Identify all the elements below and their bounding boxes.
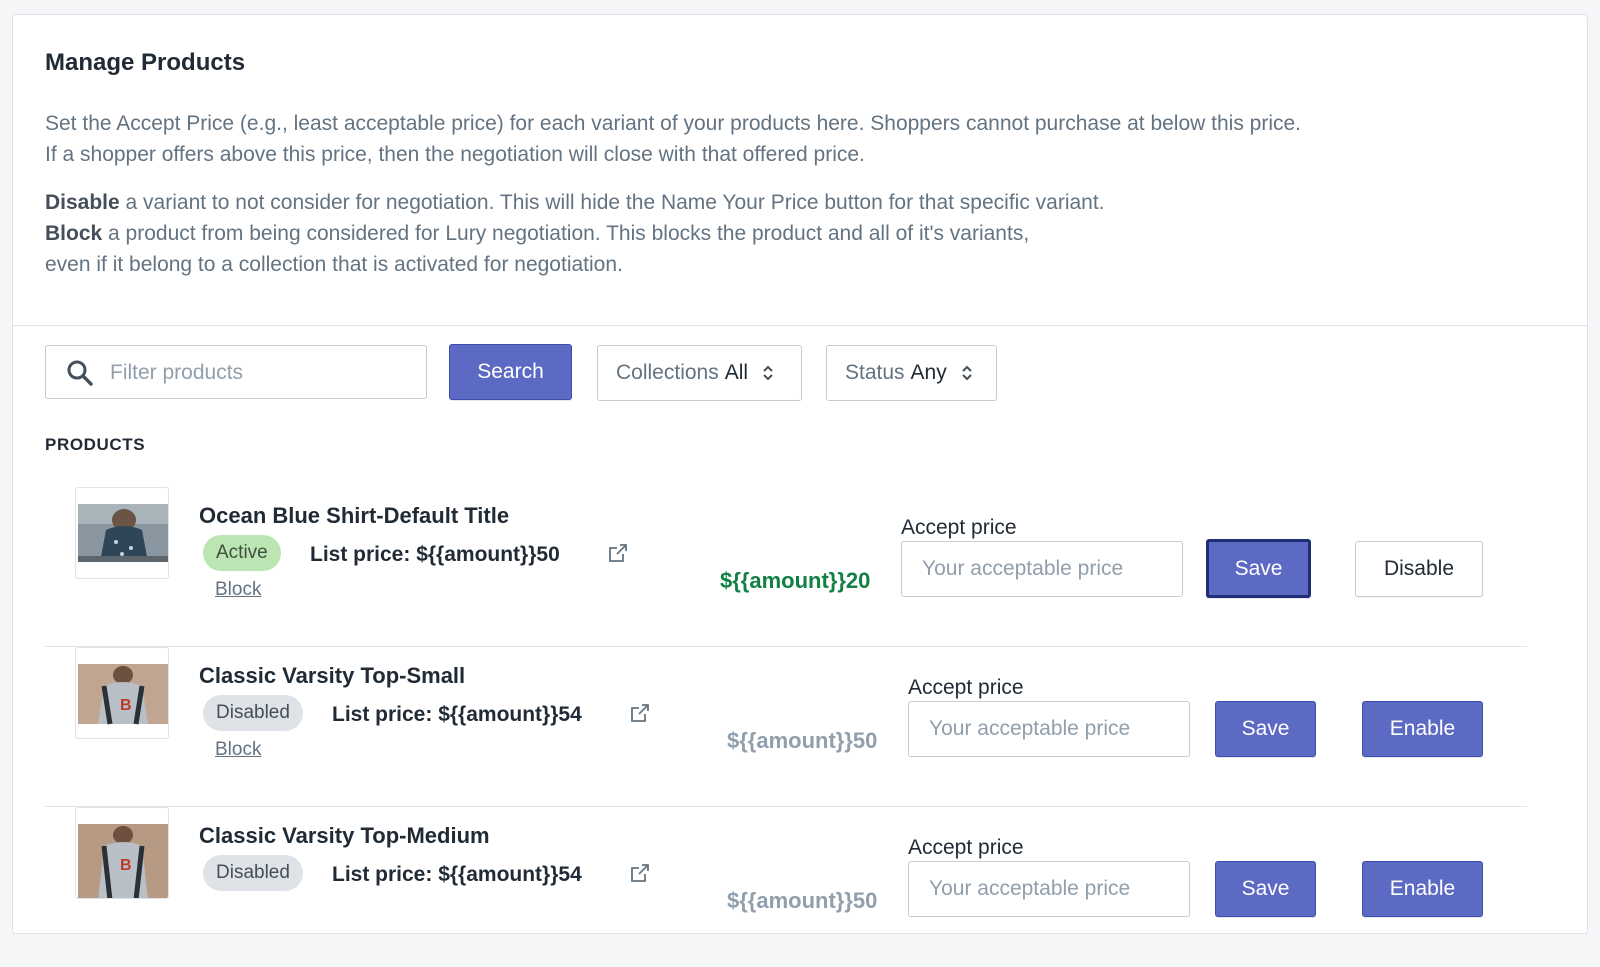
status-badge: Disabled [203,855,303,891]
products-section-label: PRODUCTS [45,435,146,454]
block-keyword: Block [45,222,103,245]
external-link-icon[interactable] [629,862,651,884]
product-name: Classic Varsity Top-Medium [199,823,490,848]
product-name: Classic Varsity Top-Small [199,663,466,688]
collections-select[interactable]: Collections All [597,345,802,401]
disable-keyword: Disable [45,191,120,214]
status-select-label: Status [845,361,905,384]
save-button[interactable]: Save [1206,539,1311,598]
accept-price-label: Accept price [908,676,1024,699]
block-explanation: a product from being considered for Lury… [102,222,1030,245]
block-product-link[interactable]: Block [215,739,261,761]
description-line-1: Set the Accept Price (e.g., least accept… [45,112,1302,135]
block-product-link[interactable]: Block [215,579,261,601]
disable-explanation: a variant to not consider for negotiatio… [119,191,1105,214]
status-select-value: Any [910,361,947,384]
accept-price-input[interactable] [901,541,1183,597]
filter-products-input[interactable] [108,354,412,392]
status-badge: Disabled [203,695,303,731]
list-price: List price: ${{amount}}54 [332,703,582,726]
accepted-price: ${{amount}}20 [720,568,871,593]
filter-products-field[interactable] [45,345,427,399]
list-price: List price: ${{amount}}50 [310,543,560,566]
collections-select-label: Collections [616,361,719,384]
accept-price-label: Accept price [908,836,1024,859]
search-button[interactable]: Search [449,344,572,400]
product-row: B Classic Varsity Top-Medium Disabled Li… [45,807,1527,967]
block-explanation-continued: even if it belong to a collection that i… [45,253,623,276]
svg-text:B: B [120,857,132,874]
product-row: Ocean Blue Shirt-Default Title Active Li… [45,487,1527,647]
product-image-varsity-top: B [78,824,168,898]
description-line-2: If a shopper offers above this price, th… [45,143,865,166]
card-header: Manage Products Set the Accept Price (e.… [13,15,1587,326]
product-row: B Classic Varsity Top-Small Disabled Lis… [45,647,1527,807]
search-icon [67,360,93,386]
enable-button[interactable]: Enable [1362,701,1483,757]
svg-text:B: B [120,697,132,714]
external-link-icon[interactable] [629,702,651,724]
product-name: Ocean Blue Shirt-Default Title [199,503,510,528]
manage-products-card: Manage Products Set the Accept Price (e.… [12,14,1588,934]
page-title: Manage Products [45,49,246,76]
description-paragraph-2: Disable a variant to not consider for ne… [45,187,1495,280]
accepted-price: ${{amount}}50 [727,728,878,753]
disable-button[interactable]: Disable [1355,541,1483,597]
status-select[interactable]: Status Any [826,345,997,401]
external-link-icon[interactable] [607,542,629,564]
enable-button[interactable]: Enable [1362,861,1483,917]
description-paragraph-1: Set the Accept Price (e.g., least accept… [45,108,1495,170]
accept-price-label: Accept price [901,516,1017,539]
product-image-varsity-top: B [78,664,168,725]
list-price: List price: ${{amount}}54 [332,863,582,886]
product-thumbnail: B [75,807,169,899]
product-image-shirt [78,504,168,562]
accept-price-input[interactable] [908,701,1190,757]
accept-price-input[interactable] [908,861,1190,917]
product-thumbnail: B [75,647,169,739]
select-caret-icon [962,365,972,381]
save-button[interactable]: Save [1215,861,1316,917]
save-button[interactable]: Save [1215,701,1316,757]
product-thumbnail [75,487,169,579]
collections-select-value: All [724,361,749,384]
accepted-price: ${{amount}}50 [727,888,878,913]
select-caret-icon [763,365,773,381]
status-badge: Active [203,535,281,571]
